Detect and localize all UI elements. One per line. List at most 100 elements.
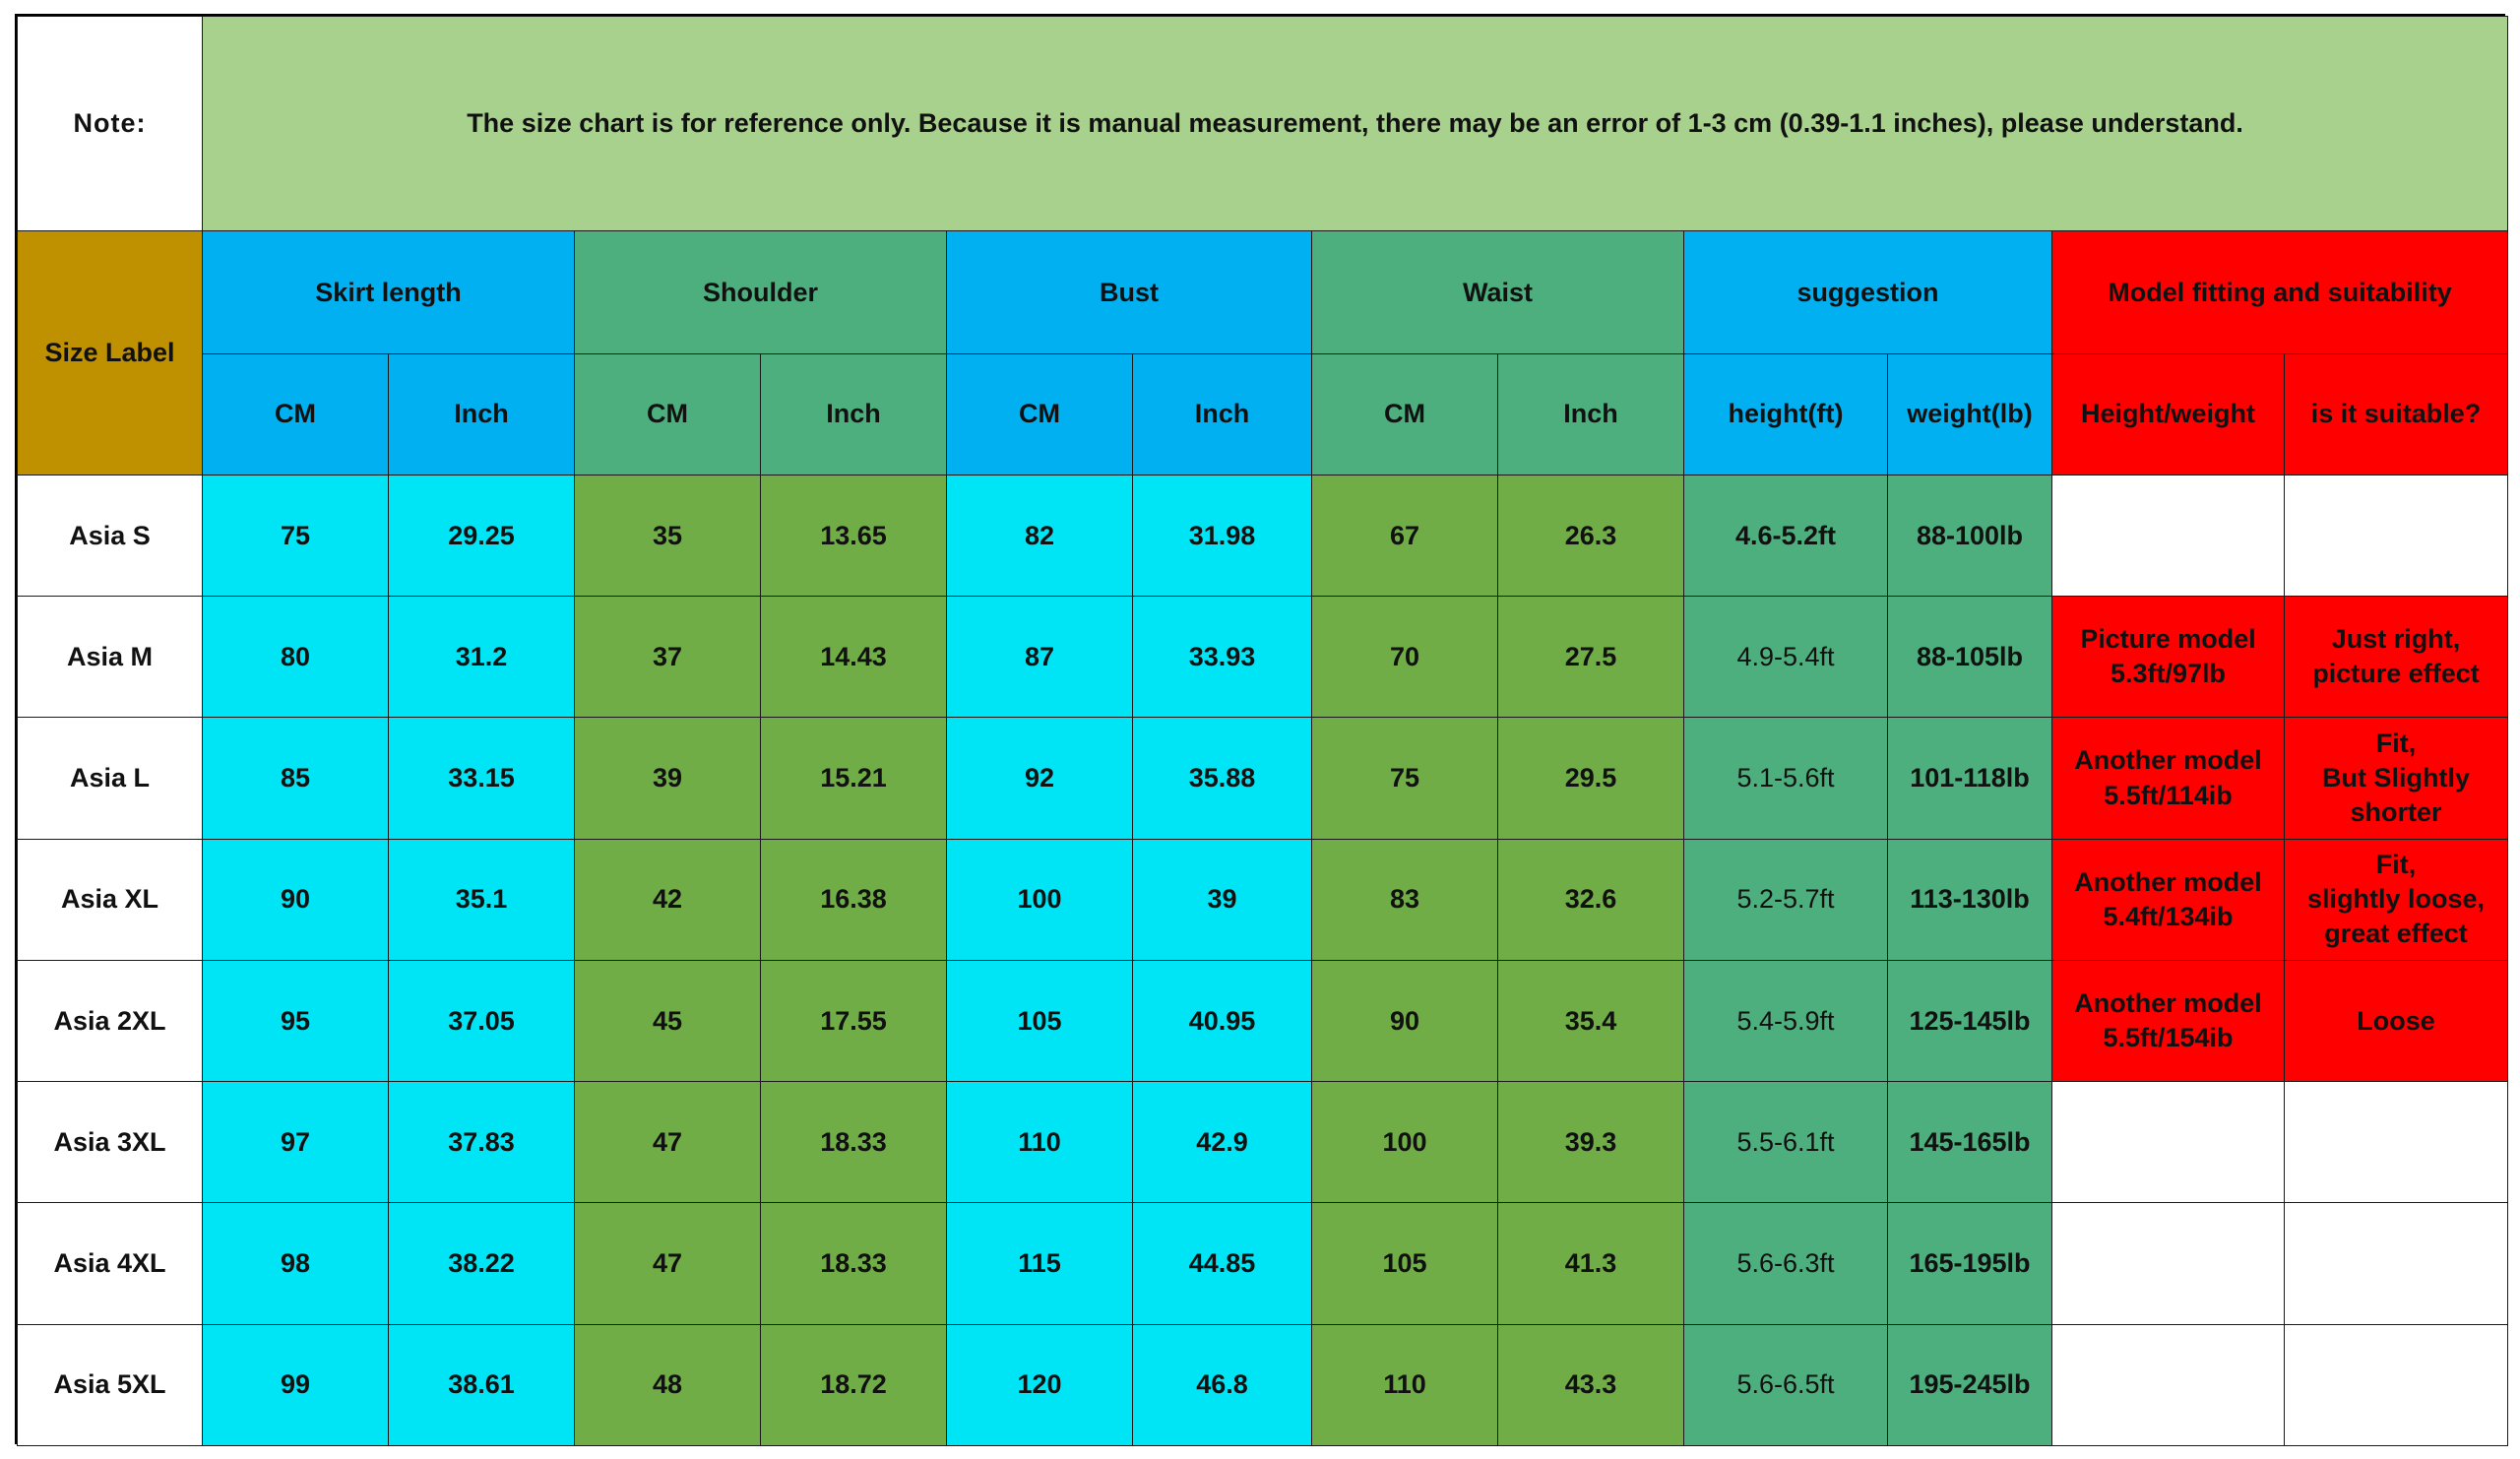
table-row: Asia M 80 31.2 37 14.43 87 33.93 70 27.5 4.9-5.4f…: [17, 596, 2509, 719]
header-shoulder: Shoulder: [574, 230, 947, 354]
weight-cell: 165-195lb: [1887, 1202, 2052, 1325]
skirt-cm-cell: 85: [202, 717, 389, 840]
skirt-inch-cell: 38.61: [388, 1323, 575, 1447]
shoulder-inch-cell: 18.33: [760, 1202, 947, 1325]
size-cell: Asia 2XL: [17, 959, 203, 1083]
waist-inch-cell: 43.3: [1497, 1323, 1684, 1447]
table-row: Asia XL 90 35.1 42 16.38 100 39 83 32.6 5.2-5.7ft…: [17, 838, 2509, 961]
waist-inch-cell: 32.6: [1497, 838, 1684, 961]
header-sub-row: CM Inch CM Inch CM Inch CM Inch height(f…: [18, 352, 2509, 476]
bust-inch-cell: 42.9: [1132, 1081, 1312, 1204]
waist-cm-cell: 75: [1311, 717, 1498, 840]
bust-cm-cell: 115: [946, 1202, 1133, 1325]
suitability-cell: [2283, 1323, 2509, 1447]
bust-cm-cell: 120: [946, 1323, 1133, 1447]
weight-cell: 125-145lb: [1887, 959, 2052, 1083]
height-cell: 5.4-5.9ft: [1683, 959, 1888, 1083]
shoulder-cm-cell: 37: [574, 596, 761, 719]
bust-inch-cell: 33.93: [1132, 596, 1312, 719]
bust-inch-cell: 44.85: [1132, 1202, 1312, 1325]
skirt-cm-cell: 80: [202, 596, 389, 719]
height-cell: 5.6-6.5ft: [1683, 1323, 1888, 1447]
size-chart-table: Note: The size chart is for reference on…: [17, 15, 2509, 1447]
skirt-inch-cell: 33.15: [388, 717, 575, 840]
bust-inch-cell: 40.95: [1132, 959, 1312, 1083]
table-row: Asia S 75 29.25 35 13.65 82 31.98 67 26.3 4.6-5.2…: [17, 474, 2509, 598]
bust-inch-cell: 46.8: [1132, 1323, 1312, 1447]
height-cell: 5.2-5.7ft: [1683, 838, 1888, 961]
height-cell: 4.6-5.2ft: [1683, 474, 1888, 598]
shoulder-inch-cell: 18.72: [760, 1323, 947, 1447]
header-bust: Bust: [946, 230, 1312, 354]
bust-cm-cell: 110: [946, 1081, 1133, 1204]
size-cell: Asia 4XL: [17, 1202, 203, 1325]
skirt-inch-cell: 37.05: [388, 959, 575, 1083]
shoulder-cm-cell: 45: [574, 959, 761, 1083]
size-cell: Asia 3XL: [17, 1081, 203, 1204]
model-cell: Another model 5.5ft/114ib: [2051, 717, 2285, 840]
table-row: Asia 5XL 99 38.61 48 18.72 120 46.8 110 43.3 5.6-…: [17, 1323, 2509, 1447]
header-group-row: Size Label Skirt length Shoulder Bust Wa…: [17, 230, 2509, 476]
bust-cm-cell: 105: [946, 959, 1133, 1083]
bust-cm-cell: 100: [946, 838, 1133, 961]
shoulder-inch-cell: 13.65: [760, 474, 947, 598]
skirt-cm-cell: 75: [202, 474, 389, 598]
waist-cm-cell: 90: [1311, 959, 1498, 1083]
bust-inch-cell: 39: [1132, 838, 1312, 961]
shoulder-cm-cell: 35: [574, 474, 761, 598]
shoulder-cm-cell: 39: [574, 717, 761, 840]
size-label-header: Size Label: [17, 230, 203, 476]
subheader-bust-cm: CM: [946, 352, 1133, 476]
subheader-height: height(ft): [1683, 352, 1888, 476]
suitability-cell: Fit, slightly loose, great effect: [2283, 838, 2509, 961]
model-cell: [2051, 474, 2285, 598]
waist-cm-cell: 100: [1311, 1081, 1498, 1204]
skirt-cm-cell: 98: [202, 1202, 389, 1325]
size-cell: Asia M: [17, 596, 203, 719]
height-cell: 5.1-5.6ft: [1683, 717, 1888, 840]
subheader-weight: weight(lb): [1887, 352, 2052, 476]
shoulder-cm-cell: 47: [574, 1081, 761, 1204]
size-chart: Note: The size chart is for reference on…: [15, 14, 2509, 1447]
waist-inch-cell: 39.3: [1497, 1081, 1684, 1204]
model-cell: [2051, 1081, 2285, 1204]
weight-cell: 113-130lb: [1887, 838, 2052, 961]
note-label: Note:: [17, 15, 203, 232]
model-cell: [2051, 1202, 2285, 1325]
suitability-cell: [2283, 1081, 2509, 1204]
model-cell: Picture model 5.3ft/97lb: [2051, 596, 2285, 719]
subheader-waist-inch: Inch: [1497, 352, 1684, 476]
bust-inch-cell: 35.88: [1132, 717, 1312, 840]
suitability-cell: [2283, 474, 2509, 598]
suitability-cell: Fit, But Slightly shorter: [2283, 717, 2509, 840]
weight-cell: 88-100lb: [1887, 474, 2052, 598]
shoulder-cm-cell: 48: [574, 1323, 761, 1447]
shoulder-inch-cell: 14.43: [760, 596, 947, 719]
model-cell: [2051, 1323, 2285, 1447]
subheader-suitable: is it suitable?: [2283, 352, 2509, 476]
header-model-fitting: Model fitting and suitability: [2050, 230, 2509, 354]
subheader-bust-inch: Inch: [1132, 352, 1312, 476]
table-row: Asia L 85 33.15 39 15.21 92 35.88 75 29.5 5.1-5.6…: [17, 717, 2509, 840]
header-skirt-length: Skirt length: [202, 230, 575, 354]
waist-cm-cell: 83: [1311, 838, 1498, 961]
size-cell: Asia L: [17, 717, 203, 840]
waist-inch-cell: 41.3: [1497, 1202, 1684, 1325]
shoulder-inch-cell: 18.33: [760, 1081, 947, 1204]
size-cell: Asia S: [17, 474, 203, 598]
size-cell: Asia XL: [17, 838, 203, 961]
model-cell: Another model 5.5ft/154ib: [2051, 959, 2285, 1083]
waist-inch-cell: 26.3: [1497, 474, 1684, 598]
waist-inch-cell: 29.5: [1497, 717, 1684, 840]
skirt-inch-cell: 37.83: [388, 1081, 575, 1204]
bust-inch-cell: 31.98: [1132, 474, 1312, 598]
shoulder-cm-cell: 42: [574, 838, 761, 961]
weight-cell: 88-105lb: [1887, 596, 2052, 719]
weight-cell: 101-118lb: [1887, 717, 2052, 840]
table-row: Asia 4XL 98 38.22 47 18.33 115 44.85 105 41.3 5.6…: [17, 1202, 2509, 1325]
weight-cell: 145-165lb: [1887, 1081, 2052, 1204]
skirt-inch-cell: 31.2: [388, 596, 575, 719]
skirt-cm-cell: 97: [202, 1081, 389, 1204]
size-cell: Asia 5XL: [17, 1323, 203, 1447]
subheader-shoulder-cm: CM: [574, 352, 761, 476]
